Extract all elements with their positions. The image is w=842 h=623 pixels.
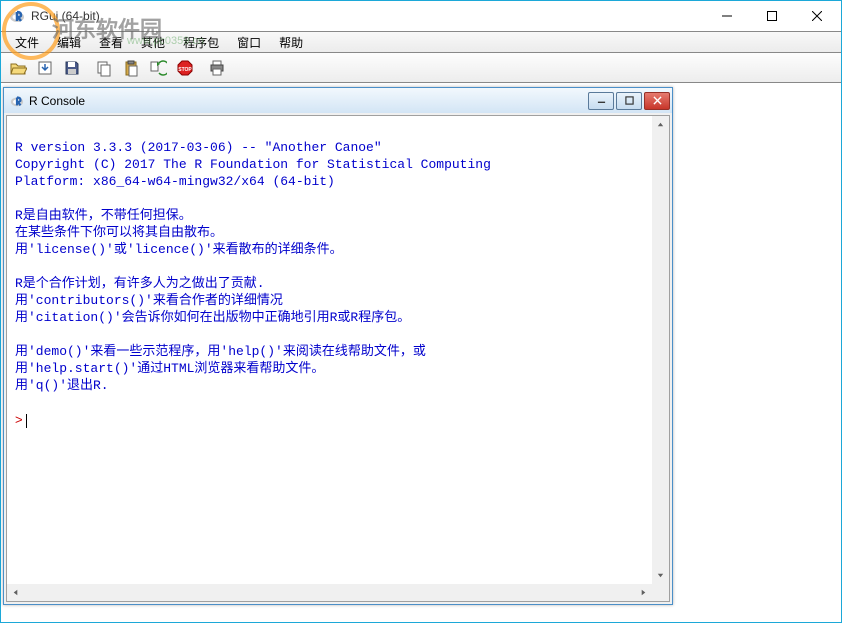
maximize-button[interactable] [749, 2, 794, 31]
menu-packages[interactable]: 程序包 [175, 32, 227, 53]
console-title-left: R Console [10, 94, 85, 108]
console-body: R version 3.3.3 (2017-03-06) -- "Another… [6, 115, 670, 602]
open-script-button[interactable] [5, 56, 31, 80]
r-console-icon [10, 94, 24, 108]
stop-button[interactable]: STOP [172, 56, 198, 80]
minimize-button[interactable] [704, 2, 749, 31]
r-app-icon [9, 8, 25, 24]
load-workspace-button[interactable] [32, 56, 58, 80]
menu-view[interactable]: 查看 [91, 32, 131, 53]
r-console-window: R Console R version 3.3.3 (2017-03-06) -… [3, 87, 673, 605]
menubar: 文件 编辑 查看 其他 程序包 窗口 帮助 [1, 31, 841, 53]
menu-file[interactable]: 文件 [7, 32, 47, 53]
close-button[interactable] [794, 2, 839, 31]
console-maximize-button[interactable] [616, 92, 642, 110]
menu-windows[interactable]: 窗口 [229, 32, 269, 53]
console-minimize-button[interactable] [588, 92, 614, 110]
console-horizontal-scrollbar[interactable] [7, 584, 652, 601]
toolbar: STOP [1, 53, 841, 83]
scroll-up-button[interactable] [652, 116, 669, 133]
menu-misc[interactable]: 其他 [133, 32, 173, 53]
console-prompt: > [15, 412, 26, 427]
scroll-track[interactable] [652, 133, 669, 567]
scroll-right-button[interactable] [635, 584, 652, 601]
menu-help[interactable]: 帮助 [271, 32, 311, 53]
scroll-corner [652, 584, 669, 601]
svg-text:STOP: STOP [178, 67, 192, 73]
scroll-left-button[interactable] [7, 584, 24, 601]
print-button[interactable] [204, 56, 230, 80]
paste-button[interactable] [118, 56, 144, 80]
console-output[interactable]: R version 3.3.3 (2017-03-06) -- "Another… [7, 116, 669, 601]
save-workspace-button[interactable] [59, 56, 85, 80]
scroll-track[interactable] [24, 584, 635, 601]
console-title-text: R Console [29, 94, 85, 108]
copy-button[interactable] [91, 56, 117, 80]
menu-edit[interactable]: 编辑 [49, 32, 89, 53]
copy-paste-button[interactable] [145, 56, 171, 80]
console-window-controls [588, 92, 670, 110]
title-left: RGui (64-bit) [9, 8, 100, 24]
mdi-client-area[interactable]: R Console R version 3.3.3 (2017-03-06) -… [1, 83, 841, 622]
scroll-down-button[interactable] [652, 567, 669, 584]
main-titlebar[interactable]: RGui (64-bit) [1, 1, 841, 31]
main-window-controls [704, 2, 839, 31]
main-title-text: RGui (64-bit) [31, 9, 100, 23]
console-close-button[interactable] [644, 92, 670, 110]
rgui-main-window: RGui (64-bit) 文件 编辑 查看 其他 程序包 窗口 帮助 STOP [0, 0, 842, 623]
console-titlebar[interactable]: R Console [4, 88, 672, 113]
console-vertical-scrollbar[interactable] [652, 116, 669, 584]
text-cursor [26, 414, 27, 428]
